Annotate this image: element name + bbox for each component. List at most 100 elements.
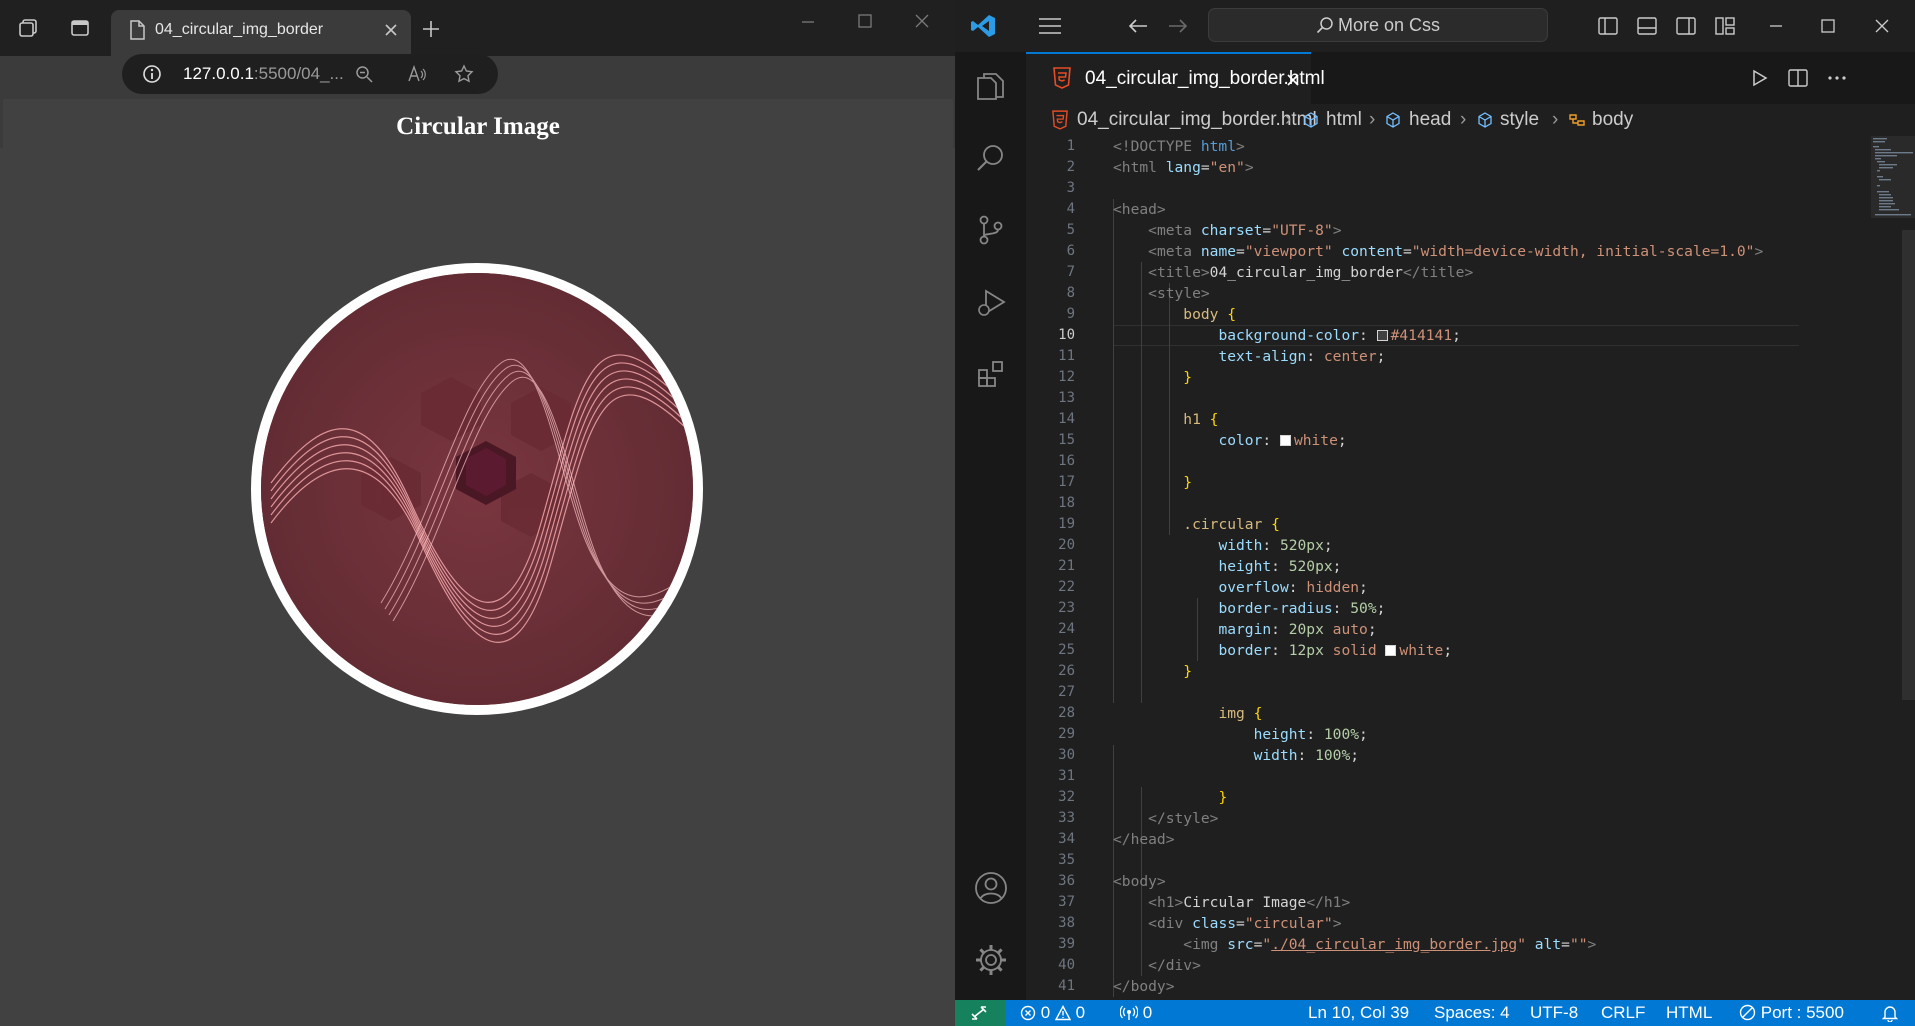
page-heading: Circular Image	[396, 113, 560, 140]
code-line-7: <title>04_circular_img_border</title>	[1148, 264, 1474, 281]
encoding[interactable]: UTF-8	[1530, 1000, 1578, 1026]
minimize-icon[interactable]	[795, 8, 821, 34]
site-info-icon[interactable]	[140, 62, 164, 86]
line-number: 7	[1066, 264, 1075, 280]
line-number: 5	[1066, 222, 1075, 238]
editor-scrollbar[interactable]	[1902, 230, 1915, 700]
address-bar[interactable]: 127.0.0.1:5500/04_...	[122, 54, 498, 94]
run-file-icon[interactable]	[1745, 63, 1775, 93]
line-number: 26	[1058, 663, 1075, 679]
search-view-icon[interactable]	[955, 128, 1026, 188]
command-center-search[interactable]: More on Css	[1208, 8, 1548, 42]
favorite-star-icon[interactable]	[452, 62, 476, 86]
color-swatch[interactable]	[1279, 435, 1291, 446]
zoom-icon[interactable]	[352, 62, 376, 86]
workspaces-icon[interactable]	[14, 14, 42, 42]
line-number: 1	[1066, 138, 1075, 154]
notifications-bell-icon[interactable]	[1879, 1003, 1901, 1023]
error-count: 0	[1040, 1003, 1051, 1022]
split-editor-icon[interactable]	[1783, 63, 1813, 93]
line-number: 39	[1058, 936, 1075, 952]
code-line-36: <body>	[1113, 873, 1166, 890]
explorer-icon[interactable]	[955, 56, 1026, 116]
line-number: 11	[1058, 348, 1075, 364]
vscode-close-icon[interactable]	[1866, 10, 1898, 42]
accounts-icon[interactable]	[955, 858, 1026, 918]
browser-window: 04_circular_img_border 127.0.0.1:5500/04…	[0, 0, 955, 1026]
editor-more-icon[interactable]	[1822, 63, 1852, 93]
browser-tab[interactable]: 04_circular_img_border	[111, 10, 411, 56]
code-line-15: color: white;	[1218, 432, 1347, 449]
image-src-link[interactable]: ./04_circular_img_border.jpg	[1271, 936, 1517, 953]
customize-layout-icon[interactable]	[1709, 10, 1741, 42]
breadcrumb: 04_circular_img_border.html › html › hea…	[1026, 104, 1915, 136]
line-number: 3	[1066, 180, 1075, 196]
code-line-28: img {	[1218, 705, 1263, 722]
toggle-panel-icon[interactable]	[1631, 10, 1663, 42]
menu-hamburger-icon[interactable]	[1034, 10, 1066, 42]
breadcrumb-file[interactable]: 04_circular_img_border.html	[1077, 104, 1317, 136]
ports-indicator[interactable]: 0	[1120, 1000, 1152, 1026]
code-editor[interactable]: 1 2 3 4 5 6 7 8 9 10 11 12 13 14 15 16 17 18 19 20 21 22 23 24 2…	[1026, 136, 1915, 1000]
toggle-primary-sidebar-icon[interactable]	[1592, 10, 1624, 42]
code-line-40: </div>	[1148, 957, 1201, 974]
element-cube-icon	[1301, 110, 1321, 130]
code-line-21: height: 520px;	[1218, 558, 1342, 575]
tab-actions-icon[interactable]	[66, 14, 94, 42]
extensions-icon[interactable]	[955, 344, 1026, 404]
chevron-right-icon: ›	[1460, 109, 1467, 130]
code-line-5: <meta charset="UTF-8">	[1148, 222, 1342, 239]
problems-indicator[interactable]: 0 0	[1020, 1000, 1085, 1026]
line-number: 24	[1058, 621, 1075, 637]
code-line-4: <head>	[1113, 201, 1166, 218]
read-aloud-icon[interactable]	[405, 62, 429, 86]
selector-icon	[1567, 110, 1587, 130]
code-line-23: border-radius: 50%;	[1218, 600, 1386, 617]
breadcrumb-head[interactable]: head	[1409, 104, 1451, 136]
remote-indicator[interactable]	[955, 1000, 1005, 1026]
activity-bar	[955, 52, 1027, 1000]
close-window-icon[interactable]	[909, 8, 935, 34]
language-mode[interactable]: HTML	[1666, 1000, 1712, 1026]
chevron-right-icon: ›	[1552, 109, 1559, 130]
color-swatch[interactable]	[1385, 645, 1397, 656]
close-tab-icon[interactable]	[379, 18, 403, 42]
command-center-label: More on Css	[1337, 15, 1441, 35]
nav-forward-icon[interactable]	[1162, 10, 1194, 42]
maximize-icon[interactable]	[852, 8, 878, 34]
line-number: 4	[1066, 201, 1075, 217]
breadcrumb-style[interactable]: style	[1500, 104, 1539, 136]
breadcrumb-body[interactable]: body	[1592, 104, 1633, 136]
live-server-port[interactable]: Port : 5500	[1739, 1000, 1844, 1026]
line-number: 31	[1058, 768, 1075, 784]
code-line-26: }	[1183, 663, 1193, 680]
tab-04-circular-img-border[interactable]: 04_circular_img_border.html	[1026, 52, 1325, 104]
toggle-secondary-sidebar-icon[interactable]	[1670, 10, 1702, 42]
manage-gear-icon[interactable]	[955, 930, 1026, 990]
indentation[interactable]: Spaces: 4	[1434, 1000, 1510, 1026]
code-line-34: </head>	[1113, 831, 1175, 848]
line-number: 36	[1058, 873, 1075, 889]
breadcrumb-html[interactable]: html	[1326, 104, 1362, 136]
code-line-17: }	[1183, 474, 1193, 491]
code-line-20: width: 520px;	[1218, 537, 1333, 554]
vscode-window: More on Css 04_circular_img_border.html …	[955, 0, 1915, 1026]
nav-back-icon[interactable]	[1122, 10, 1154, 42]
run-debug-icon[interactable]	[955, 272, 1026, 332]
line-number: 9	[1066, 306, 1075, 322]
line-number: 35	[1058, 852, 1075, 868]
close-editor-icon[interactable]	[1281, 68, 1305, 92]
code-line-14: h1 {	[1183, 411, 1219, 428]
vscode-maximize-icon[interactable]	[1812, 10, 1844, 42]
end-of-line[interactable]: CRLF	[1601, 1000, 1645, 1026]
line-number: 20	[1058, 537, 1075, 553]
vscode-logo-icon	[967, 10, 999, 42]
code-line-24: margin: 20px auto;	[1218, 621, 1377, 638]
vscode-minimize-icon[interactable]	[1760, 10, 1792, 42]
new-tab-icon[interactable]	[418, 16, 444, 42]
source-control-icon[interactable]	[955, 200, 1026, 260]
color-swatch[interactable]	[1376, 330, 1388, 341]
line-number-gutter: 1 2 3 4 5 6 7 8 9 10 11 12 13 14 15 16 17 18 19 20 21 22 23 24 2…	[1026, 136, 1096, 997]
cursor-position[interactable]: Ln 10, Col 39	[1308, 1000, 1409, 1026]
